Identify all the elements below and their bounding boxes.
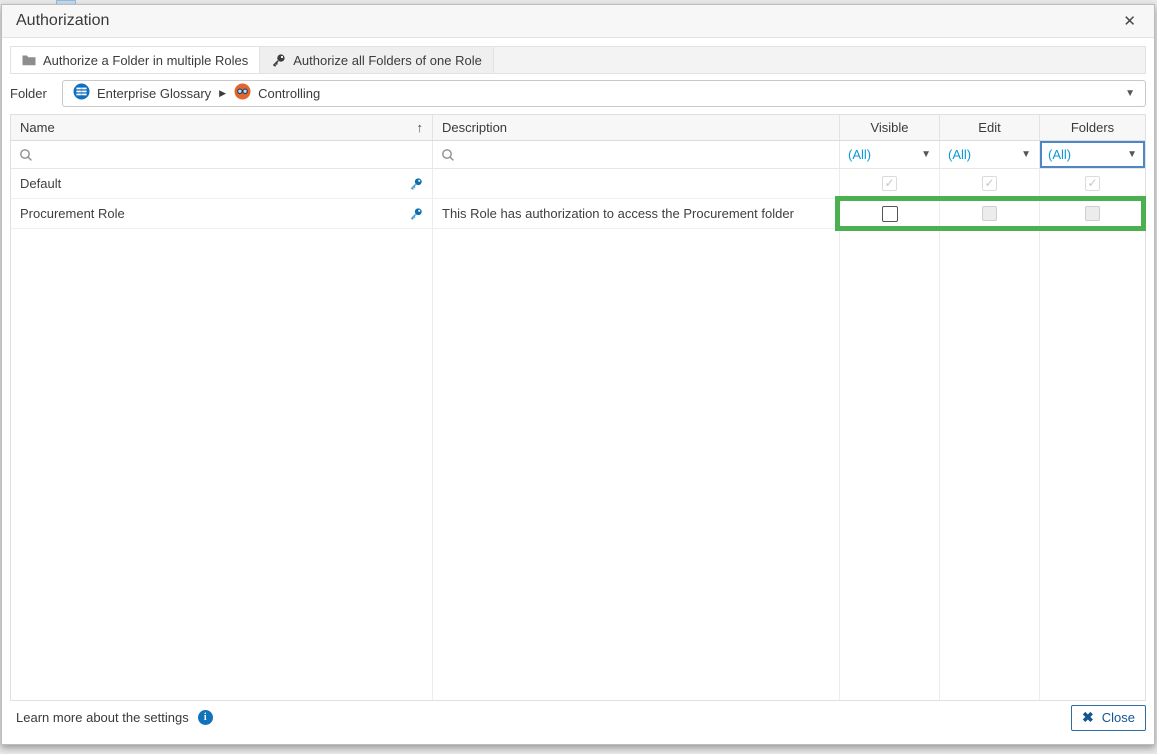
role-name: Default: [20, 176, 61, 191]
breadcrumb-separator-icon: ▶: [219, 88, 226, 99]
search-icon: [19, 148, 33, 162]
table-filter-row: (All) ▼ (All) ▼ (All) ▼: [11, 141, 1145, 169]
folders-checkbox[interactable]: [1085, 176, 1100, 191]
tab-label: Authorize a Folder in multiple Roles: [43, 53, 248, 68]
description-filter-input[interactable]: [433, 141, 840, 168]
table-row-default[interactable]: Default: [11, 169, 1145, 199]
chevron-down-icon: ▼: [1127, 149, 1137, 160]
key-icon: [271, 53, 286, 68]
name-filter-input[interactable]: [11, 141, 433, 168]
edit-filter-select[interactable]: (All) ▼: [940, 141, 1040, 168]
column-header-name[interactable]: Name ↑: [11, 115, 433, 140]
sort-ascending-icon[interactable]: ↑: [417, 120, 424, 135]
tab-label: Authorize all Folders of one Role: [293, 53, 482, 68]
role-description: This Role has authorization to access th…: [433, 199, 840, 228]
edit-checkbox[interactable]: [982, 206, 997, 221]
breadcrumb-item-enterprise-glossary[interactable]: Enterprise Glossary: [97, 86, 211, 101]
column-header-edit[interactable]: Edit: [940, 115, 1040, 140]
dialog-titlebar: Authorization ✕: [2, 5, 1154, 38]
breadcrumb-item-controlling[interactable]: Controlling: [258, 86, 320, 101]
help-text-group: Learn more about the settings i: [16, 710, 213, 725]
chevron-down-icon: ▼: [1021, 149, 1031, 160]
folder-picker-label: Folder: [10, 86, 62, 101]
column-header-folders[interactable]: Folders: [1040, 115, 1145, 140]
role-name: Procurement Role: [20, 206, 125, 221]
dialog-close-icon[interactable]: ✕: [1119, 10, 1140, 32]
dialog-title: Authorization: [16, 12, 109, 30]
folders-filter-select[interactable]: (All) ▼: [1040, 141, 1145, 168]
close-button-label: Close: [1102, 710, 1135, 725]
column-header-description[interactable]: Description: [433, 115, 840, 140]
controlling-icon: [234, 83, 251, 105]
key-icon: [409, 177, 423, 191]
info-icon[interactable]: i: [198, 710, 213, 725]
dialog-footer: Learn more about the settings i ✖ Close: [10, 701, 1146, 744]
folders-checkbox[interactable]: [1085, 206, 1100, 221]
folder-picker-row: Folder Enterprise Glossary ▶ Controlling…: [10, 80, 1146, 107]
column-header-visible[interactable]: Visible: [840, 115, 940, 140]
table-header-row: Name ↑ Description Visible Edit Folders: [11, 115, 1145, 141]
visible-checkbox[interactable]: [882, 206, 898, 222]
tab-strip: Authorize a Folder in multiple Roles Aut…: [10, 46, 1146, 74]
role-description: [433, 169, 840, 198]
visible-checkbox[interactable]: [882, 176, 897, 191]
folder-icon: [22, 54, 36, 66]
help-text: Learn more about the settings: [16, 710, 189, 725]
key-icon: [409, 207, 423, 221]
tab-authorize-folder-in-roles[interactable]: Authorize a Folder in multiple Roles: [11, 47, 260, 73]
search-icon: [441, 148, 455, 162]
enterprise-glossary-icon: [73, 83, 90, 105]
folder-dropdown[interactable]: Enterprise Glossary ▶ Controlling ▼: [62, 80, 1146, 107]
chevron-down-icon[interactable]: ▼: [1125, 88, 1135, 99]
roles-table: Name ↑ Description Visible Edit Folders: [10, 114, 1146, 701]
visible-filter-select[interactable]: (All) ▼: [840, 141, 940, 168]
close-button[interactable]: ✖ Close: [1071, 705, 1146, 731]
table-row-procurement-role[interactable]: Procurement Role This Role has authoriza…: [11, 199, 1145, 229]
close-x-icon: ✖: [1082, 710, 1094, 724]
edit-checkbox[interactable]: [982, 176, 997, 191]
tab-authorize-folders-of-role[interactable]: Authorize all Folders of one Role: [260, 47, 494, 73]
chevron-down-icon: ▼: [921, 149, 931, 160]
authorization-dialog: Authorization ✕ Authorize a Folder in mu…: [1, 4, 1155, 745]
table-empty-area: [11, 229, 1145, 700]
dialog-content: Authorize a Folder in multiple Roles Aut…: [2, 38, 1154, 744]
